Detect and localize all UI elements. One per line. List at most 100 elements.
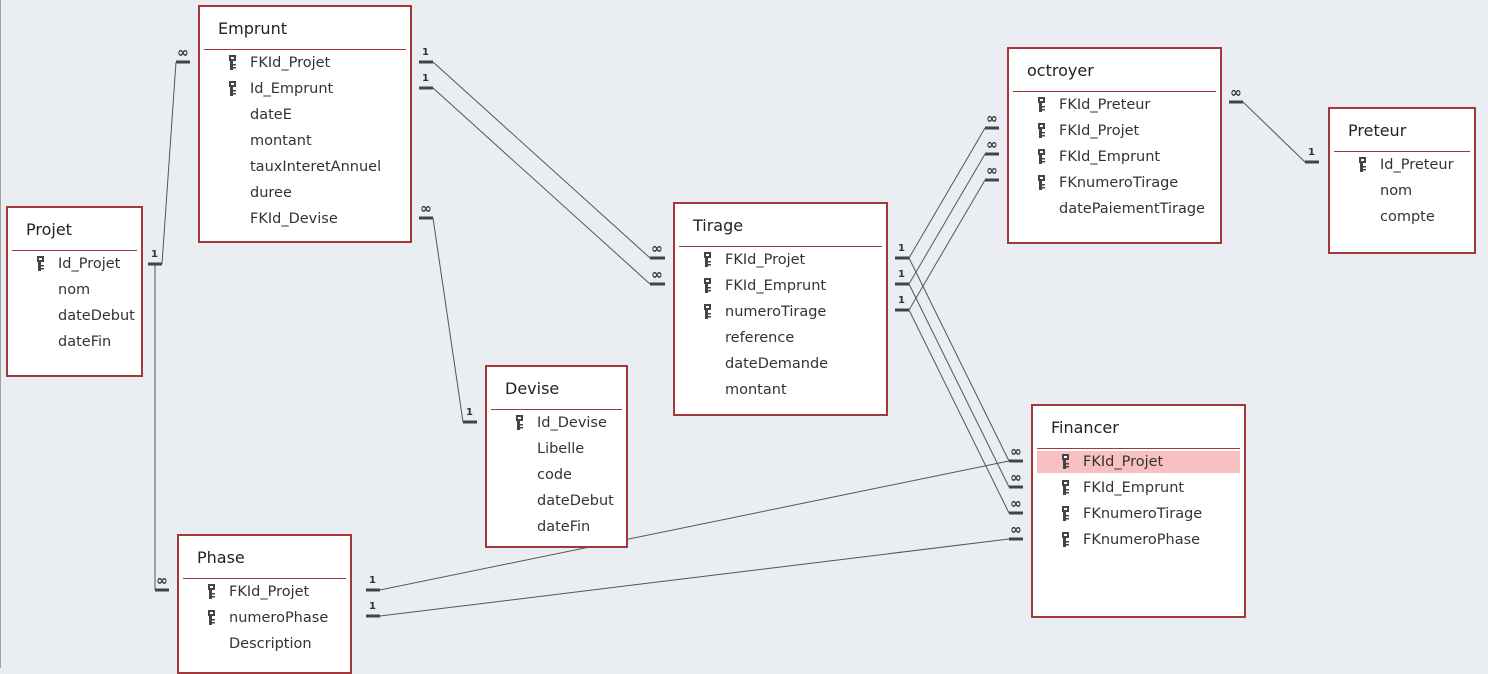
field-name: Description <box>229 636 312 652</box>
field-row[interactable]: Id_Projet <box>12 253 137 275</box>
title-divider <box>1013 91 1216 92</box>
relationship-line[interactable] <box>432 87 651 285</box>
field-name: nom <box>1380 183 1413 199</box>
field-name: FKId_Projet <box>1083 454 1164 470</box>
primary-key-icon <box>1061 454 1071 477</box>
relationship-line[interactable] <box>908 127 986 259</box>
primary-key-icon <box>1037 123 1047 146</box>
table-title[interactable]: octroyer <box>1027 61 1094 80</box>
field-name: montant <box>725 382 787 398</box>
field-row[interactable]: FKId_Projet <box>679 249 882 271</box>
relationship-line[interactable] <box>432 61 651 259</box>
field-row[interactable]: reference <box>679 327 882 349</box>
table-title[interactable]: Projet <box>26 220 72 239</box>
cardinality-many-label: ∞ <box>986 163 998 179</box>
relationship-line[interactable] <box>908 257 1010 462</box>
table-title[interactable]: Preteur <box>1348 121 1406 140</box>
relationship-line[interactable] <box>908 179 986 311</box>
field-row[interactable]: duree <box>204 182 406 204</box>
table-octroyer[interactable]: octroyer FKId_Preteur FKId_Projet FKId_Empr… <box>1007 47 1222 244</box>
field-row[interactable]: Libelle <box>491 438 622 460</box>
field-row[interactable]: Id_Devise <box>491 412 622 434</box>
field-row[interactable]: dateE <box>204 104 406 126</box>
relationship-end-stub <box>419 86 433 90</box>
field-row[interactable]: FKId_Emprunt <box>679 275 882 297</box>
relationship-end-stub <box>366 614 380 618</box>
table-devise[interactable]: Devise Id_Devise Libelle code dateDebut dateF… <box>485 365 628 548</box>
table-title[interactable]: Tirage <box>693 216 743 235</box>
table-phase[interactable]: Phase FKId_Projet numeroPhase Description <box>177 534 352 674</box>
field-row[interactable]: dateDemande <box>679 353 882 375</box>
field-name: FKnumeroTirage <box>1083 506 1203 522</box>
field-name: Id_Projet <box>58 256 121 272</box>
field-name: datePaiementTirage <box>1059 201 1205 217</box>
relationship-end-stub <box>419 60 433 64</box>
field-row[interactable]: numeroTirage <box>679 301 882 323</box>
relationship-line[interactable] <box>908 309 1010 514</box>
field-name: nom <box>58 282 91 298</box>
table-title[interactable]: Devise <box>505 379 559 398</box>
field-name: duree <box>250 185 292 201</box>
primary-key-icon <box>228 81 238 104</box>
cardinality-many-label: ∞ <box>1010 444 1022 460</box>
table-financer[interactable]: Financer FKId_Projet FKId_Emprunt FKnumeroT… <box>1031 404 1246 618</box>
field-row[interactable]: FKnumeroTirage <box>1037 503 1240 525</box>
primary-key-icon <box>228 55 238 78</box>
table-preteur[interactable]: Preteur Id_Preteurnom compte <box>1328 107 1476 254</box>
field-row[interactable]: dateFin <box>491 516 622 538</box>
field-name: FKId_Emprunt <box>725 278 827 294</box>
field-row[interactable]: montant <box>204 130 406 152</box>
relationship-line[interactable] <box>908 283 1010 488</box>
field-name: FKnumeroPhase <box>1083 532 1201 548</box>
field-row[interactable]: dateDebut <box>12 305 137 327</box>
field-row[interactable]: FKId_Emprunt <box>1037 477 1240 499</box>
field-row[interactable]: dateFin <box>12 331 137 353</box>
field-row[interactable]: numeroPhase <box>183 607 346 629</box>
field-row[interactable]: Id_Preteur <box>1334 154 1470 176</box>
table-emprunt[interactable]: Emprunt FKId_Projet Id_Emprunt dateE montant… <box>198 5 412 243</box>
field-row[interactable]: code <box>491 464 622 486</box>
relationship-line[interactable] <box>379 538 1010 617</box>
field-row[interactable]: dateDebut <box>491 490 622 512</box>
table-tirage[interactable]: Tirage FKId_Projet FKId_Emprunt numeroTirag… <box>673 202 888 416</box>
title-divider <box>12 250 137 251</box>
field-row[interactable]: nom <box>1334 180 1470 202</box>
title-divider <box>183 578 346 579</box>
field-name: Id_Preteur <box>1380 157 1454 173</box>
table-title[interactable]: Financer <box>1051 418 1119 437</box>
field-row[interactable]: FKId_Projet <box>1013 120 1216 142</box>
relationship-line[interactable] <box>1242 101 1306 163</box>
field-row[interactable]: FKId_Preteur <box>1013 94 1216 116</box>
cardinality-one-label: 1 <box>422 73 429 84</box>
field-row[interactable]: FKId_Emprunt <box>1013 146 1216 168</box>
field-row[interactable]: tauxInteretAnnuel <box>204 156 406 178</box>
relationship-end-stub <box>895 282 909 286</box>
field-name: FKId_Devise <box>250 211 338 227</box>
field-row[interactable]: montant <box>679 379 882 401</box>
relationship-line[interactable] <box>908 153 986 285</box>
relationship-line[interactable] <box>379 460 1010 591</box>
table-projet[interactable]: Projet Id_Projetnom dateDebut dateFin <box>6 206 143 377</box>
field-name: FKId_Projet <box>250 55 331 71</box>
field-row[interactable]: compte <box>1334 206 1470 228</box>
field-row[interactable]: FKId_Projet <box>1037 451 1240 473</box>
field-row[interactable]: FKId_Devise <box>204 208 406 230</box>
field-row[interactable]: FKId_Projet <box>183 581 346 603</box>
relationship-line[interactable] <box>432 217 464 423</box>
field-name: numeroTirage <box>725 304 827 320</box>
field-row[interactable]: Id_Emprunt <box>204 78 406 100</box>
field-row[interactable]: FKId_Projet <box>204 52 406 74</box>
field-row[interactable]: FKnumeroPhase <box>1037 529 1240 551</box>
field-row[interactable]: Description <box>183 633 346 655</box>
relationship-line[interactable] <box>161 61 177 265</box>
primary-key-icon <box>207 584 217 607</box>
primary-key-icon <box>1037 97 1047 120</box>
primary-key-icon <box>515 415 525 438</box>
field-row[interactable]: datePaiementTirage <box>1013 198 1216 220</box>
table-title[interactable]: Emprunt <box>218 19 287 38</box>
table-title[interactable]: Phase <box>197 548 245 567</box>
field-row[interactable]: FKnumeroTirage <box>1013 172 1216 194</box>
field-row[interactable]: nom <box>12 279 137 301</box>
primary-key-icon <box>1061 532 1071 555</box>
field-name: numeroPhase <box>229 610 329 626</box>
